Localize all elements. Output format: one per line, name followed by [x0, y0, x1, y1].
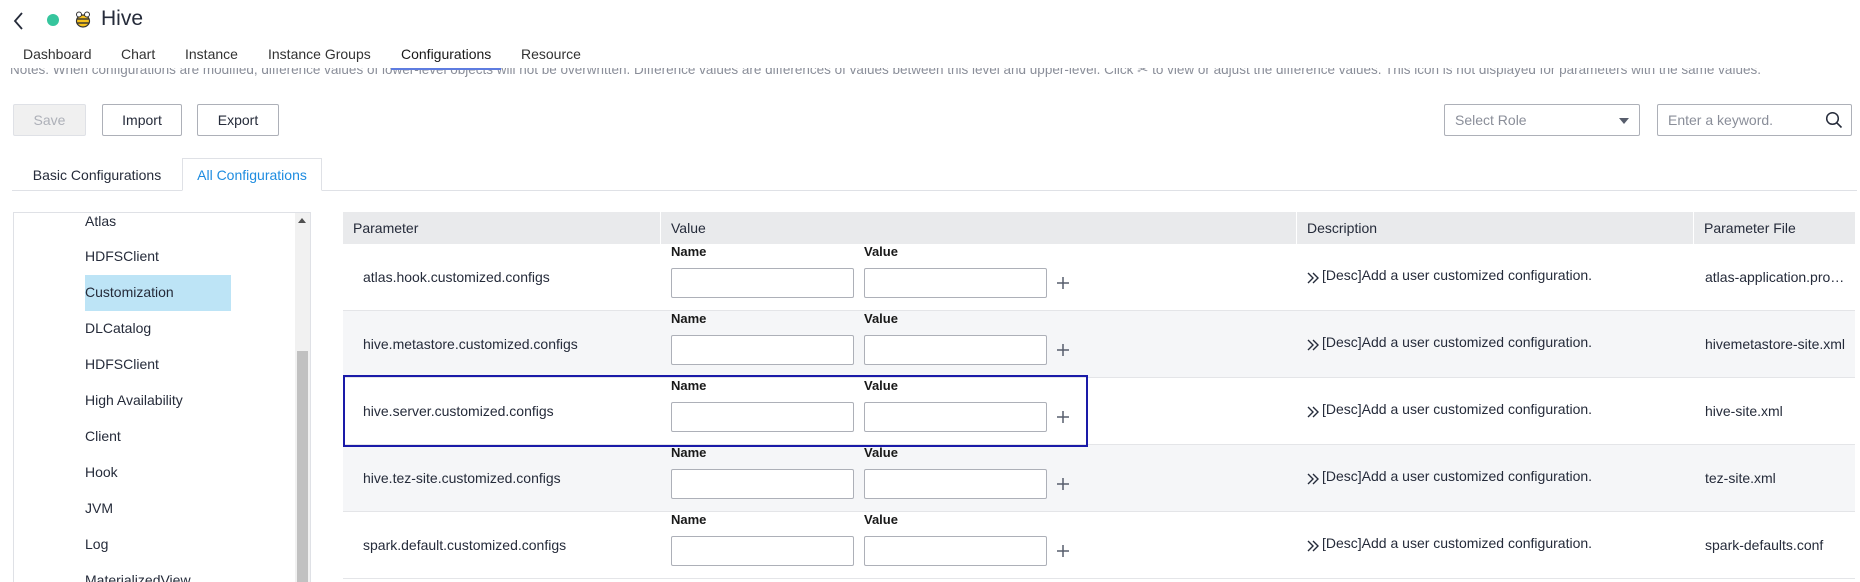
header-separator — [1693, 212, 1694, 244]
name-input[interactable] — [671, 335, 854, 365]
tree-item-hdfsclient[interactable]: HDFSClient — [85, 248, 159, 264]
expand-icon[interactable] — [1306, 472, 1320, 486]
tree-scrollbar[interactable] — [295, 213, 310, 582]
value-input[interactable] — [864, 268, 1047, 298]
tree-item-dlcatalog[interactable]: DLCatalog — [85, 320, 151, 336]
header-separator — [660, 212, 661, 244]
table-row: spark.default.customized.configs Name Va… — [343, 512, 1855, 579]
name-input[interactable] — [671, 268, 854, 298]
table-row: atlas.hook.customized.configs Name Value… — [343, 244, 1855, 311]
parameter-file: tez-site.xml — [1705, 470, 1776, 486]
value-input[interactable] — [864, 335, 1047, 365]
name-input[interactable] — [671, 469, 854, 499]
kv-name-label: Name — [671, 244, 707, 259]
export-button[interactable]: Export — [197, 104, 279, 136]
tab-instance-groups[interactable]: Instance Groups — [268, 46, 371, 62]
parameter-file: hivemetastore-site.xml — [1705, 336, 1846, 352]
table-row: hive.metastore.customized.configs Name V… — [343, 311, 1855, 378]
kv-value-label: Value — [864, 244, 898, 259]
tree-item-high-availability[interactable]: High Availability — [85, 392, 183, 408]
param-name: hive.metastore.customized.configs — [363, 336, 578, 352]
back-icon[interactable] — [10, 10, 28, 32]
parameter-file: atlas-application.properties — [1705, 269, 1850, 285]
tree-item-hook[interactable]: Hook — [85, 464, 118, 480]
expand-icon[interactable] — [1306, 405, 1320, 419]
description-text: [Desc]Add a user customized configuratio… — [1322, 267, 1593, 283]
add-icon[interactable] — [1056, 343, 1070, 357]
import-button[interactable]: Import — [102, 104, 182, 136]
header-value: Value — [671, 220, 706, 236]
value-input[interactable] — [864, 536, 1047, 566]
tree-item-client[interactable]: Client — [85, 428, 121, 444]
tree-scroll-thumb[interactable] — [297, 351, 308, 582]
description-text: [Desc]Add a user customized configuratio… — [1322, 468, 1593, 484]
table-header: Parameter Value Description Parameter Fi… — [343, 212, 1855, 244]
tree-item-materializedview[interactable]: MaterializedView — [85, 572, 191, 582]
tab-chart[interactable]: Chart — [121, 46, 155, 62]
select-role-dropdown[interactable]: Select Role — [1444, 104, 1640, 136]
config-tree[interactable]: Atlas HDFSClient Customization DLCatalog… — [13, 212, 311, 582]
highlight-box — [343, 375, 1088, 447]
kv-name-label: Name — [671, 311, 707, 326]
kv-name-label: Name — [671, 445, 707, 460]
notes-text: Notes: When configurations are modified,… — [10, 68, 1761, 77]
active-tab-underline — [391, 68, 501, 70]
kv-value-label: Value — [864, 311, 898, 326]
tab-basic-configurations[interactable]: Basic Configurations — [13, 158, 181, 191]
description-text: [Desc]Add a user customized configuratio… — [1322, 334, 1593, 350]
parameter-file: hive-site.xml — [1705, 403, 1783, 419]
kv-value-label: Value — [864, 445, 898, 460]
scroll-up-icon[interactable] — [298, 218, 306, 223]
value-input[interactable] — [864, 469, 1047, 499]
tree-item-customization[interactable]: Customization — [85, 275, 231, 311]
tab-configurations[interactable]: Configurations — [401, 46, 491, 62]
search-input[interactable]: Enter a keyword. — [1657, 104, 1852, 136]
select-role-placeholder: Select Role — [1455, 112, 1527, 128]
chevron-down-icon — [1619, 118, 1629, 124]
row-divider — [343, 578, 1855, 579]
param-name: hive.tez-site.customized.configs — [363, 470, 561, 486]
tab-all-configurations[interactable]: All Configurations — [182, 158, 322, 191]
table-row: hive.tez-site.customized.configs Name Va… — [343, 445, 1855, 512]
service-title: Hive — [101, 7, 144, 30]
tree-item-hdfsclient-2[interactable]: HDFSClient — [85, 356, 159, 372]
tab-instance[interactable]: Instance — [185, 46, 238, 62]
param-name: atlas.hook.customized.configs — [363, 269, 550, 285]
search-placeholder: Enter a keyword. — [1668, 112, 1774, 128]
header-description: Description — [1307, 220, 1378, 236]
tree-item-atlas[interactable]: Atlas — [85, 213, 116, 229]
header-parameter: Parameter — [353, 220, 419, 236]
name-input[interactable] — [671, 536, 854, 566]
kv-value-label: Value — [864, 512, 898, 527]
description-text: [Desc]Add a user customized configuratio… — [1322, 401, 1593, 417]
parameter-file: spark-defaults.conf — [1705, 537, 1824, 553]
tree-item-log[interactable]: Log — [85, 536, 108, 552]
tab-resource[interactable]: Resource — [521, 46, 581, 62]
header-parameter-file: Parameter File — [1704, 220, 1796, 236]
add-icon[interactable] — [1056, 544, 1070, 558]
add-icon[interactable] — [1056, 477, 1070, 491]
header-separator — [1296, 212, 1297, 244]
param-name: spark.default.customized.configs — [363, 537, 567, 553]
add-icon[interactable] — [1056, 276, 1070, 290]
expand-icon[interactable] — [1306, 271, 1320, 285]
status-dot — [47, 14, 59, 26]
tab-dashboard[interactable]: Dashboard — [23, 46, 92, 62]
expand-icon[interactable] — [1306, 539, 1320, 553]
tree-item-jvm[interactable]: JVM — [85, 500, 113, 516]
expand-icon[interactable] — [1306, 338, 1320, 352]
hive-bee-icon — [75, 11, 91, 28]
save-button[interactable]: Save — [13, 104, 86, 136]
description-text: [Desc]Add a user customized configuratio… — [1322, 535, 1593, 551]
search-icon[interactable] — [1825, 111, 1843, 129]
kv-name-label: Name — [671, 512, 707, 527]
